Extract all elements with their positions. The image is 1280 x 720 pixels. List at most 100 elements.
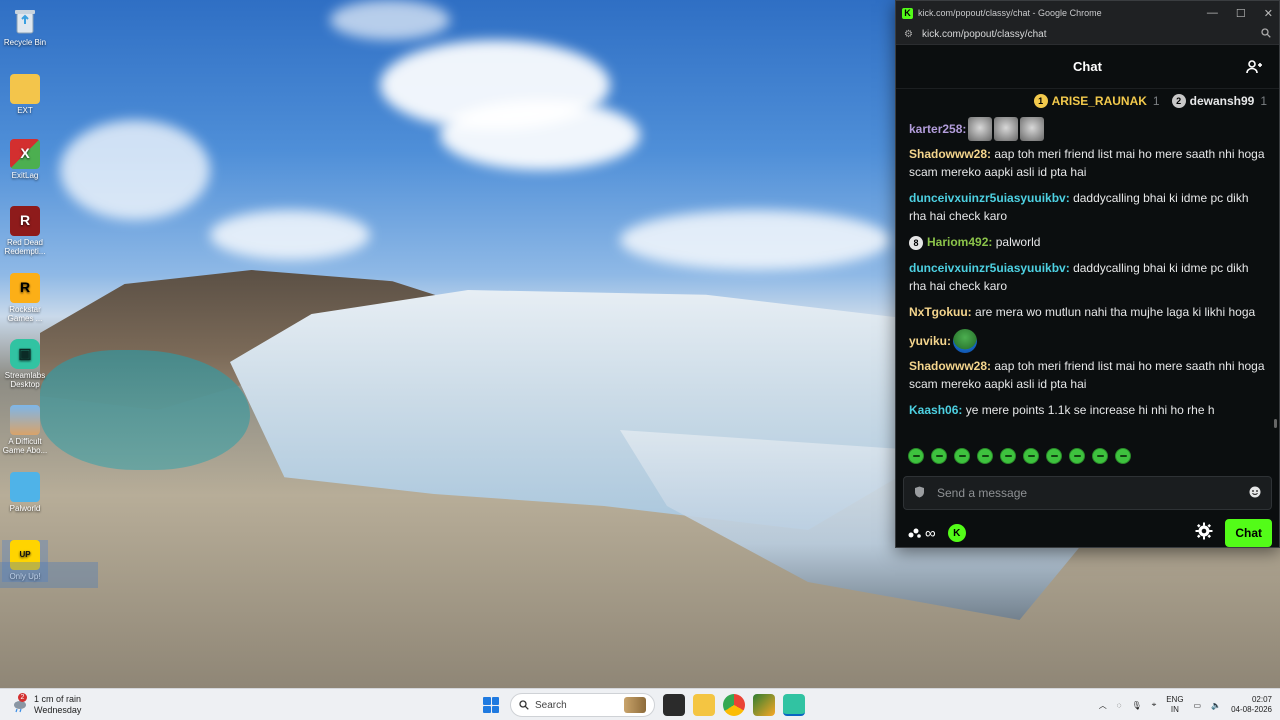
chat-username[interactable]: Shadowww28 [909,147,987,161]
red-dead-icon: R [10,206,40,236]
recycle-bin-icon [10,6,40,36]
chat-username[interactable]: dunceivxuinzr5uiasyuuikbv [909,191,1066,205]
desktop-icon-difficult-game[interactable]: A Difficult Game Abo... [2,405,48,456]
taskbar-search[interactable]: Search [510,693,655,717]
clock[interactable]: 02:07 04-08-2026 [1231,695,1272,715]
desktop-icon-streamlabs[interactable]: ▣ Streamlabs Desktop [2,339,48,390]
chat-username[interactable]: NxTgokuu [909,305,968,319]
quick-emote-icon[interactable] [908,448,924,464]
network-icon[interactable]: ▭ [1194,701,1202,710]
weather-widget[interactable]: 2 1 cm of rain Wednesday [0,692,200,716]
chat-username[interactable]: Shadowww28 [909,359,987,373]
cloud [620,210,890,270]
leaderboard-entry[interactable]: 2 dewansh99 1 [1171,94,1267,108]
chat-message: 8 Hariom492: palworld [909,233,1267,251]
window-title: kick.com/popout/classy/chat - Google Chr… [918,8,1102,18]
kick-favicon-icon: K [902,7,913,19]
desktop-icon-label: Recycle Bin [3,38,47,47]
microphone-icon[interactable]: 🎙 [1132,701,1142,710]
chat-username[interactable]: Hariom492 [927,235,988,249]
windows-taskbar: 2 1 cm of rain Wednesday Search ︿ ◌ 🎙 ⌖ … [0,688,1280,720]
points-button[interactable]: ∞ [908,525,936,542]
chat-username[interactable]: karter258 [909,120,962,138]
desktop-icon-recycle-bin[interactable]: Recycle Bin [2,6,48,48]
chat-text: palworld [995,235,1041,249]
search-highlight-icon [624,697,646,713]
quick-emote-icon[interactable] [931,448,947,464]
cat-emote-icon[interactable] [968,117,993,141]
chat-text: ye mere points 1.1k se increase hi nhi h… [965,403,1215,417]
system-tray: ︿ ◌ 🎙 ⌖ ENG IN ▭ 🔈 02:07 04-08-2026 [1099,689,1272,720]
cloud [440,100,640,170]
emoji-picker-icon[interactable] [1249,486,1261,501]
location-icon[interactable]: ⌖ [1152,700,1157,710]
desktop-icon-ext[interactable]: EXT [2,74,48,116]
quick-emote-icon[interactable] [1115,448,1131,464]
desktop-icon-label: Rockstar Games ... [7,305,43,323]
message-input-container [903,476,1272,510]
chat-username[interactable]: dunceivxuinzr5uiasyuuikbv [909,261,1066,275]
address-bar[interactable]: ⚙ kick.com/popout/classy/chat [896,25,1279,45]
cat-emote-icon[interactable] [1020,117,1045,141]
kick-logo-icon[interactable]: K [947,524,966,542]
quick-emote-icon[interactable] [1069,448,1085,464]
quick-emote-bar [896,443,1279,469]
users-icon[interactable] [1245,58,1263,76]
chat-message: Kaash06: ye mere points 1.1k se increase… [909,403,1215,417]
chat-username[interactable]: Kaash06 [909,403,958,417]
desktop-icon-exitlag[interactable]: X ExitLag [2,139,48,181]
app-icon[interactable] [753,694,775,716]
language-indicator[interactable]: ENG IN [1166,695,1183,715]
streamlabs-taskbar-icon[interactable] [783,694,805,716]
settings-gear-icon[interactable] [1195,522,1213,545]
quick-emote-icon[interactable] [1023,448,1039,464]
search-label: Search [535,699,567,711]
chat-messages[interactable]: karter258: Shadowww28: aap toh meri frie… [896,113,1279,443]
task-view-icon[interactable] [663,694,685,716]
desktop-icon-red-dead[interactable]: R Red Dead Redempti... [2,206,48,257]
quick-emote-icon[interactable] [1000,448,1016,464]
chat-title: Chat [1073,59,1102,74]
tray-app-icon[interactable]: ◌ [1117,701,1122,710]
rank-badge: 1 [1033,94,1048,108]
leaderboard-entry[interactable]: 1 ARISE_RAUNAK 1 [1033,94,1160,108]
quick-emote-icon[interactable] [977,448,993,464]
leaderboard-count: 1 [1152,94,1160,108]
chat-message: dunceivxuinzr5uiasyuuikbv: daddycalling … [909,191,1249,223]
chat-username[interactable]: yuviku [909,332,947,350]
desktop-icon-label: A Difficult Game Abo... [2,437,48,455]
rank-badge: 2 [1171,94,1186,108]
chat-message: NxTgokuu: are mera wo mutlun nahi tha mu… [909,305,1256,319]
leaderboard-name: dewansh99 [1189,94,1255,108]
site-settings-icon[interactable]: ⚙ [904,29,913,40]
pepe-emote-icon[interactable] [953,329,978,353]
url-text[interactable]: kick.com/popout/classy/chat [922,29,1047,40]
volume-icon[interactable]: 🔈 [1211,701,1221,710]
rain-cloud-icon: 2 [12,692,28,713]
gift-leaderboard: 1 ARISE_RAUNAK 1 2 dewansh99 1 [896,89,1279,113]
quick-emote-icon[interactable] [1046,448,1062,464]
desktop-icon-rockstar[interactable]: R Rockstar Games ... [2,273,48,324]
leaderboard-count: 1 [1260,94,1267,108]
weather-line1: 1 cm of rain [34,693,82,704]
start-windows-icon[interactable] [480,694,502,716]
close-button[interactable]: ✕ [1264,7,1273,20]
quick-emote-icon[interactable] [954,448,970,464]
send-chat-button[interactable]: Chat [1225,519,1272,547]
zoom-icon[interactable] [1261,28,1271,41]
points-icon [908,528,921,538]
scrollbar-thumb[interactable] [1274,419,1277,428]
minimize-button[interactable]: — [1207,7,1218,20]
clock-date: 04-08-2026 [1231,705,1272,714]
cat-emote-icon[interactable] [994,117,1019,141]
quick-emote-icon[interactable] [1092,448,1108,464]
file-explorer-icon[interactable] [693,694,715,716]
show-hidden-icons-chevron-icon[interactable]: ︿ [1099,700,1107,711]
window-titlebar[interactable]: K kick.com/popout/classy/chat - Google C… [896,1,1279,25]
desktop-icon-palworld[interactable]: Palworld [2,472,48,514]
desktop-icon-label: Red Dead Redempti... [4,238,46,256]
maximize-button[interactable]: ☐ [1236,7,1246,20]
message-input[interactable] [937,486,1249,500]
chrome-icon[interactable] [723,694,745,716]
chat-message: dunceivxuinzr5uiasyuuikbv: daddycalling … [909,261,1249,293]
